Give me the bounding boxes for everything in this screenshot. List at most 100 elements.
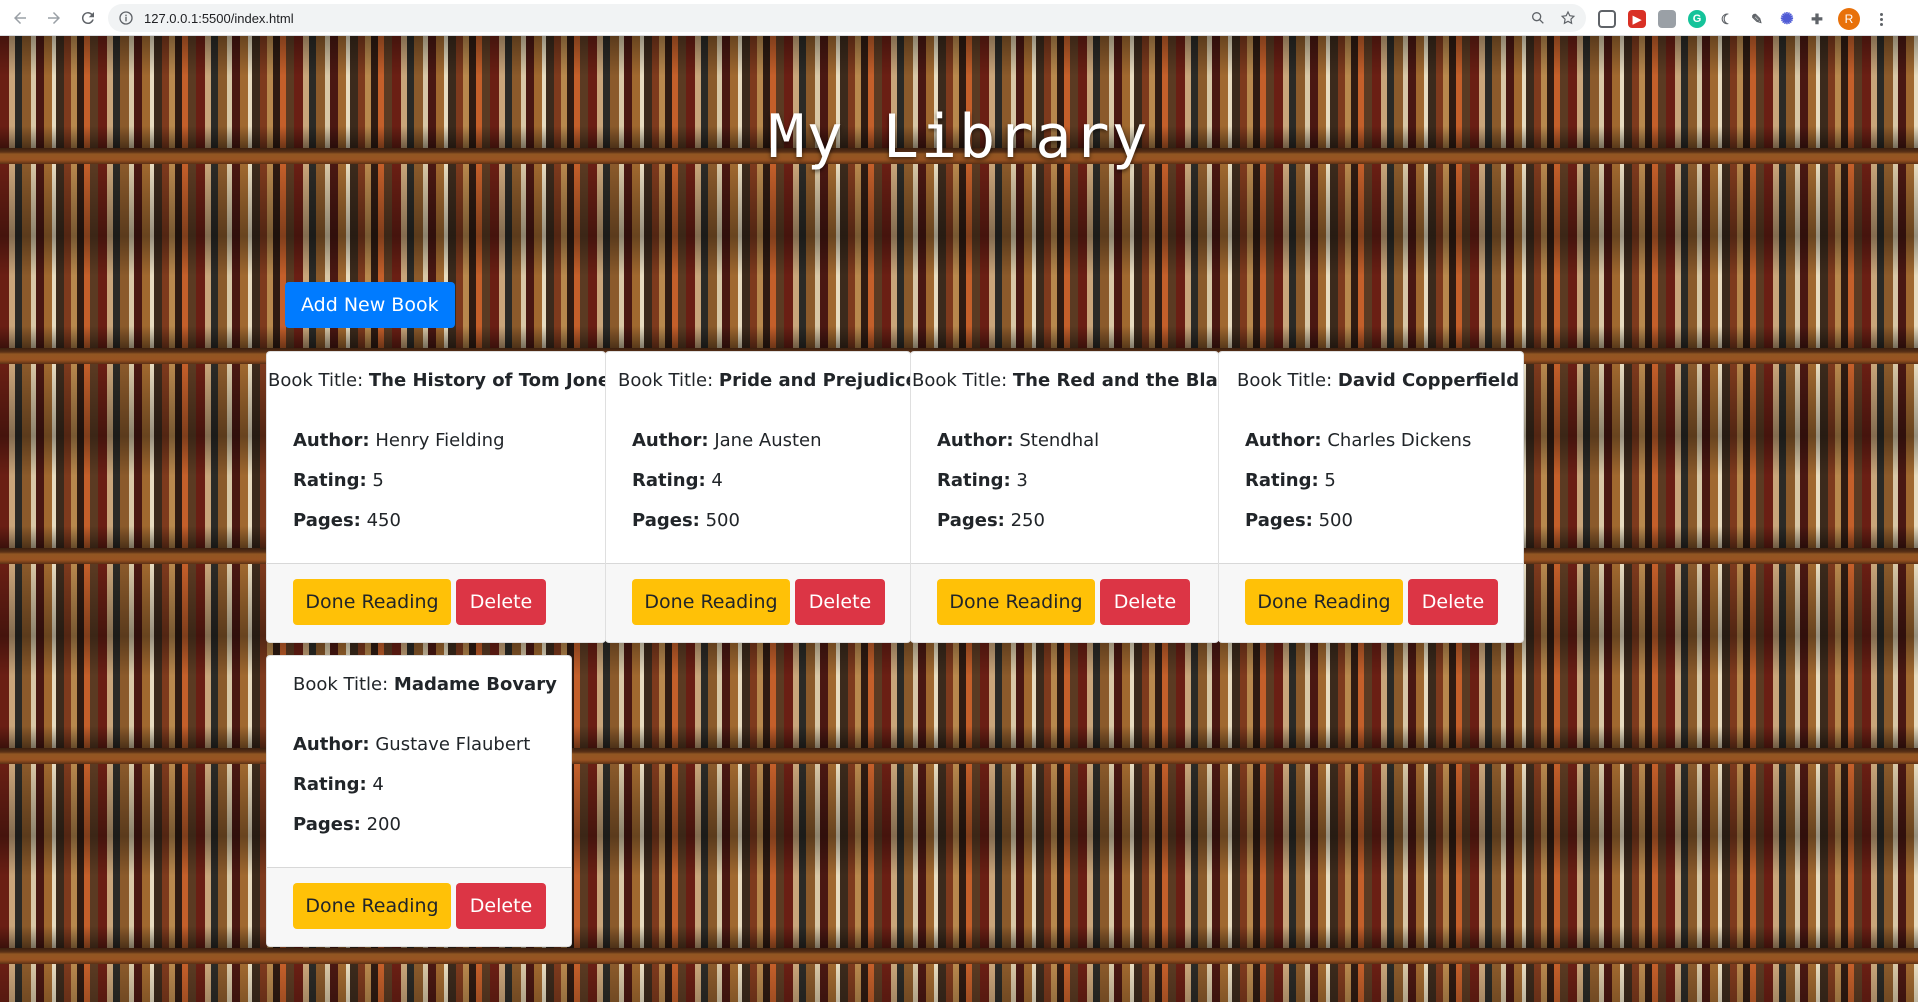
book-title-value: The History of Tom Jones [368, 370, 621, 391]
pages-row: Pages: 250 [937, 510, 1099, 533]
browser-toolbar: 127.0.0.1:5500/index.html ▶ G ☾ ✎ ✺ ✚ R [0, 0, 1918, 36]
author-label: Author: [632, 430, 709, 451]
delete-button[interactable]: Delete [1100, 579, 1190, 625]
delete-button[interactable]: Delete [795, 579, 885, 625]
book-info: Author: Henry Fielding Rating: 5 Pages: … [293, 430, 505, 550]
book-title: Book Title: David Copperfield [1237, 370, 1523, 391]
rating-value: 3 [1016, 470, 1028, 491]
pages-row: Pages: 500 [632, 510, 822, 533]
react-devtools-icon[interactable]: ✺ [1778, 10, 1796, 28]
author-value: Stendhal [1019, 430, 1100, 451]
profile-avatar[interactable]: R [1838, 8, 1860, 30]
book-card: Book Title: Madame Bovary Author: Gustav… [266, 655, 572, 947]
rating-label: Rating: [293, 470, 367, 491]
book-title: Book Title: Madame Bovary [293, 674, 571, 695]
done-reading-button[interactable]: Done Reading [293, 579, 451, 625]
reload-icon [81, 11, 94, 24]
author-row: Author: Jane Austen [632, 430, 822, 453]
book-title-value: Pride and Prejudice [718, 370, 918, 391]
rating-row: Rating: 5 [293, 470, 505, 493]
book-info: Author: Jane Austen Rating: 4 Pages: 500 [632, 430, 822, 550]
forward-button[interactable] [40, 4, 68, 32]
shield-extension-icon[interactable] [1658, 10, 1676, 28]
grammarly-icon[interactable]: G [1688, 10, 1706, 28]
book-card: Book Title: The History of Tom Jones Aut… [266, 351, 621, 643]
rating-label: Rating: [293, 774, 367, 795]
rating-row: Rating: 3 [937, 470, 1099, 493]
delete-button[interactable]: Delete [456, 579, 546, 625]
rating-label: Rating: [1245, 470, 1319, 491]
rating-label: Rating: [937, 470, 1011, 491]
book-card: Book Title: David Copperfield Author: Ch… [1218, 351, 1524, 643]
red-extension-icon[interactable]: ▶ [1628, 10, 1646, 28]
screenshot-extension-icon[interactable] [1598, 10, 1616, 28]
book-title-label: Book Title: [1237, 370, 1333, 391]
pages-label: Pages: [632, 510, 700, 531]
address-bar[interactable]: 127.0.0.1:5500/index.html [108, 4, 1586, 32]
card-footer: Done Reading Delete [267, 867, 571, 946]
done-reading-button[interactable]: Done Reading [632, 579, 790, 625]
pages-value: 450 [366, 510, 401, 531]
pages-row: Pages: 200 [293, 814, 530, 837]
author-row: Author: Henry Fielding [293, 430, 505, 453]
done-reading-button[interactable]: Done Reading [293, 883, 451, 929]
page-title: My Library [768, 102, 1150, 172]
eyedropper-icon[interactable]: ✎ [1748, 10, 1766, 28]
extensions-bar: ▶ G ☾ ✎ ✺ ✚ R [1598, 8, 1890, 30]
book-title-label: Book Title: [268, 370, 364, 391]
author-label: Author: [293, 430, 370, 451]
rating-label: Rating: [632, 470, 706, 491]
moon-extension-icon[interactable]: ☾ [1718, 10, 1736, 28]
rating-value: 5 [1324, 470, 1336, 491]
zoom-icon[interactable] [1530, 10, 1546, 26]
book-info: Author: Charles Dickens Rating: 5 Pages:… [1245, 430, 1471, 550]
card-footer: Done Reading Delete [1219, 563, 1523, 642]
author-row: Author: Stendhal [937, 430, 1099, 453]
back-button[interactable] [6, 4, 34, 32]
rating-row: Rating: 4 [293, 774, 530, 797]
pages-label: Pages: [1245, 510, 1313, 531]
pages-label: Pages: [293, 510, 361, 531]
done-reading-button[interactable]: Done Reading [937, 579, 1095, 625]
pages-value: 200 [366, 814, 401, 835]
book-info: Author: Gustave Flaubert Rating: 4 Pages… [293, 734, 530, 854]
bookshelf-background: My Library Add New Book Book Title: The … [0, 36, 1918, 1002]
pages-row: Pages: 450 [293, 510, 505, 533]
card-footer: Done Reading Delete [911, 563, 1218, 642]
delete-button[interactable]: Delete [1408, 579, 1498, 625]
delete-button[interactable]: Delete [456, 883, 546, 929]
card-footer: Done Reading Delete [267, 563, 605, 642]
book-title-value: David Copperfield [1337, 370, 1520, 391]
rating-value: 5 [372, 470, 384, 491]
book-card: Book Title: Pride and Prejudice Author: … [605, 351, 918, 643]
book-title-label: Book Title: [618, 370, 714, 391]
reload-button[interactable] [74, 4, 102, 32]
author-label: Author: [293, 734, 370, 755]
pages-label: Pages: [293, 814, 361, 835]
pages-value: 250 [1010, 510, 1045, 531]
arrow-left-icon [14, 11, 26, 24]
rating-row: Rating: 4 [632, 470, 822, 493]
info-icon [119, 11, 133, 25]
url-text: 127.0.0.1:5500/index.html [144, 10, 294, 26]
author-row: Author: Charles Dickens [1245, 430, 1471, 453]
book-card: Book Title: The Red and the Black Author… [910, 351, 1240, 643]
author-value: Charles Dickens [1327, 430, 1472, 451]
book-info: Author: Stendhal Rating: 3 Pages: 250 [937, 430, 1099, 550]
add-new-book-button[interactable]: Add New Book [285, 282, 455, 328]
book-title-value: Madame Bovary [393, 674, 557, 695]
bookmark-star-icon[interactable] [1560, 10, 1576, 26]
puzzle-extensions-icon[interactable]: ✚ [1808, 10, 1826, 28]
book-title: Book Title: The Red and the Black [912, 370, 1240, 391]
browser-menu-icon[interactable] [1872, 10, 1890, 28]
done-reading-button[interactable]: Done Reading [1245, 579, 1403, 625]
pages-label: Pages: [937, 510, 1005, 531]
rating-value: 4 [372, 774, 384, 795]
author-label: Author: [937, 430, 1014, 451]
book-title: Book Title: Pride and Prejudice [618, 370, 918, 391]
card-footer: Done Reading Delete [606, 563, 910, 642]
author-value: Jane Austen [714, 430, 822, 451]
book-title: Book Title: The History of Tom Jones [268, 370, 621, 391]
author-value: Henry Fielding [375, 430, 505, 451]
pages-value: 500 [705, 510, 740, 531]
